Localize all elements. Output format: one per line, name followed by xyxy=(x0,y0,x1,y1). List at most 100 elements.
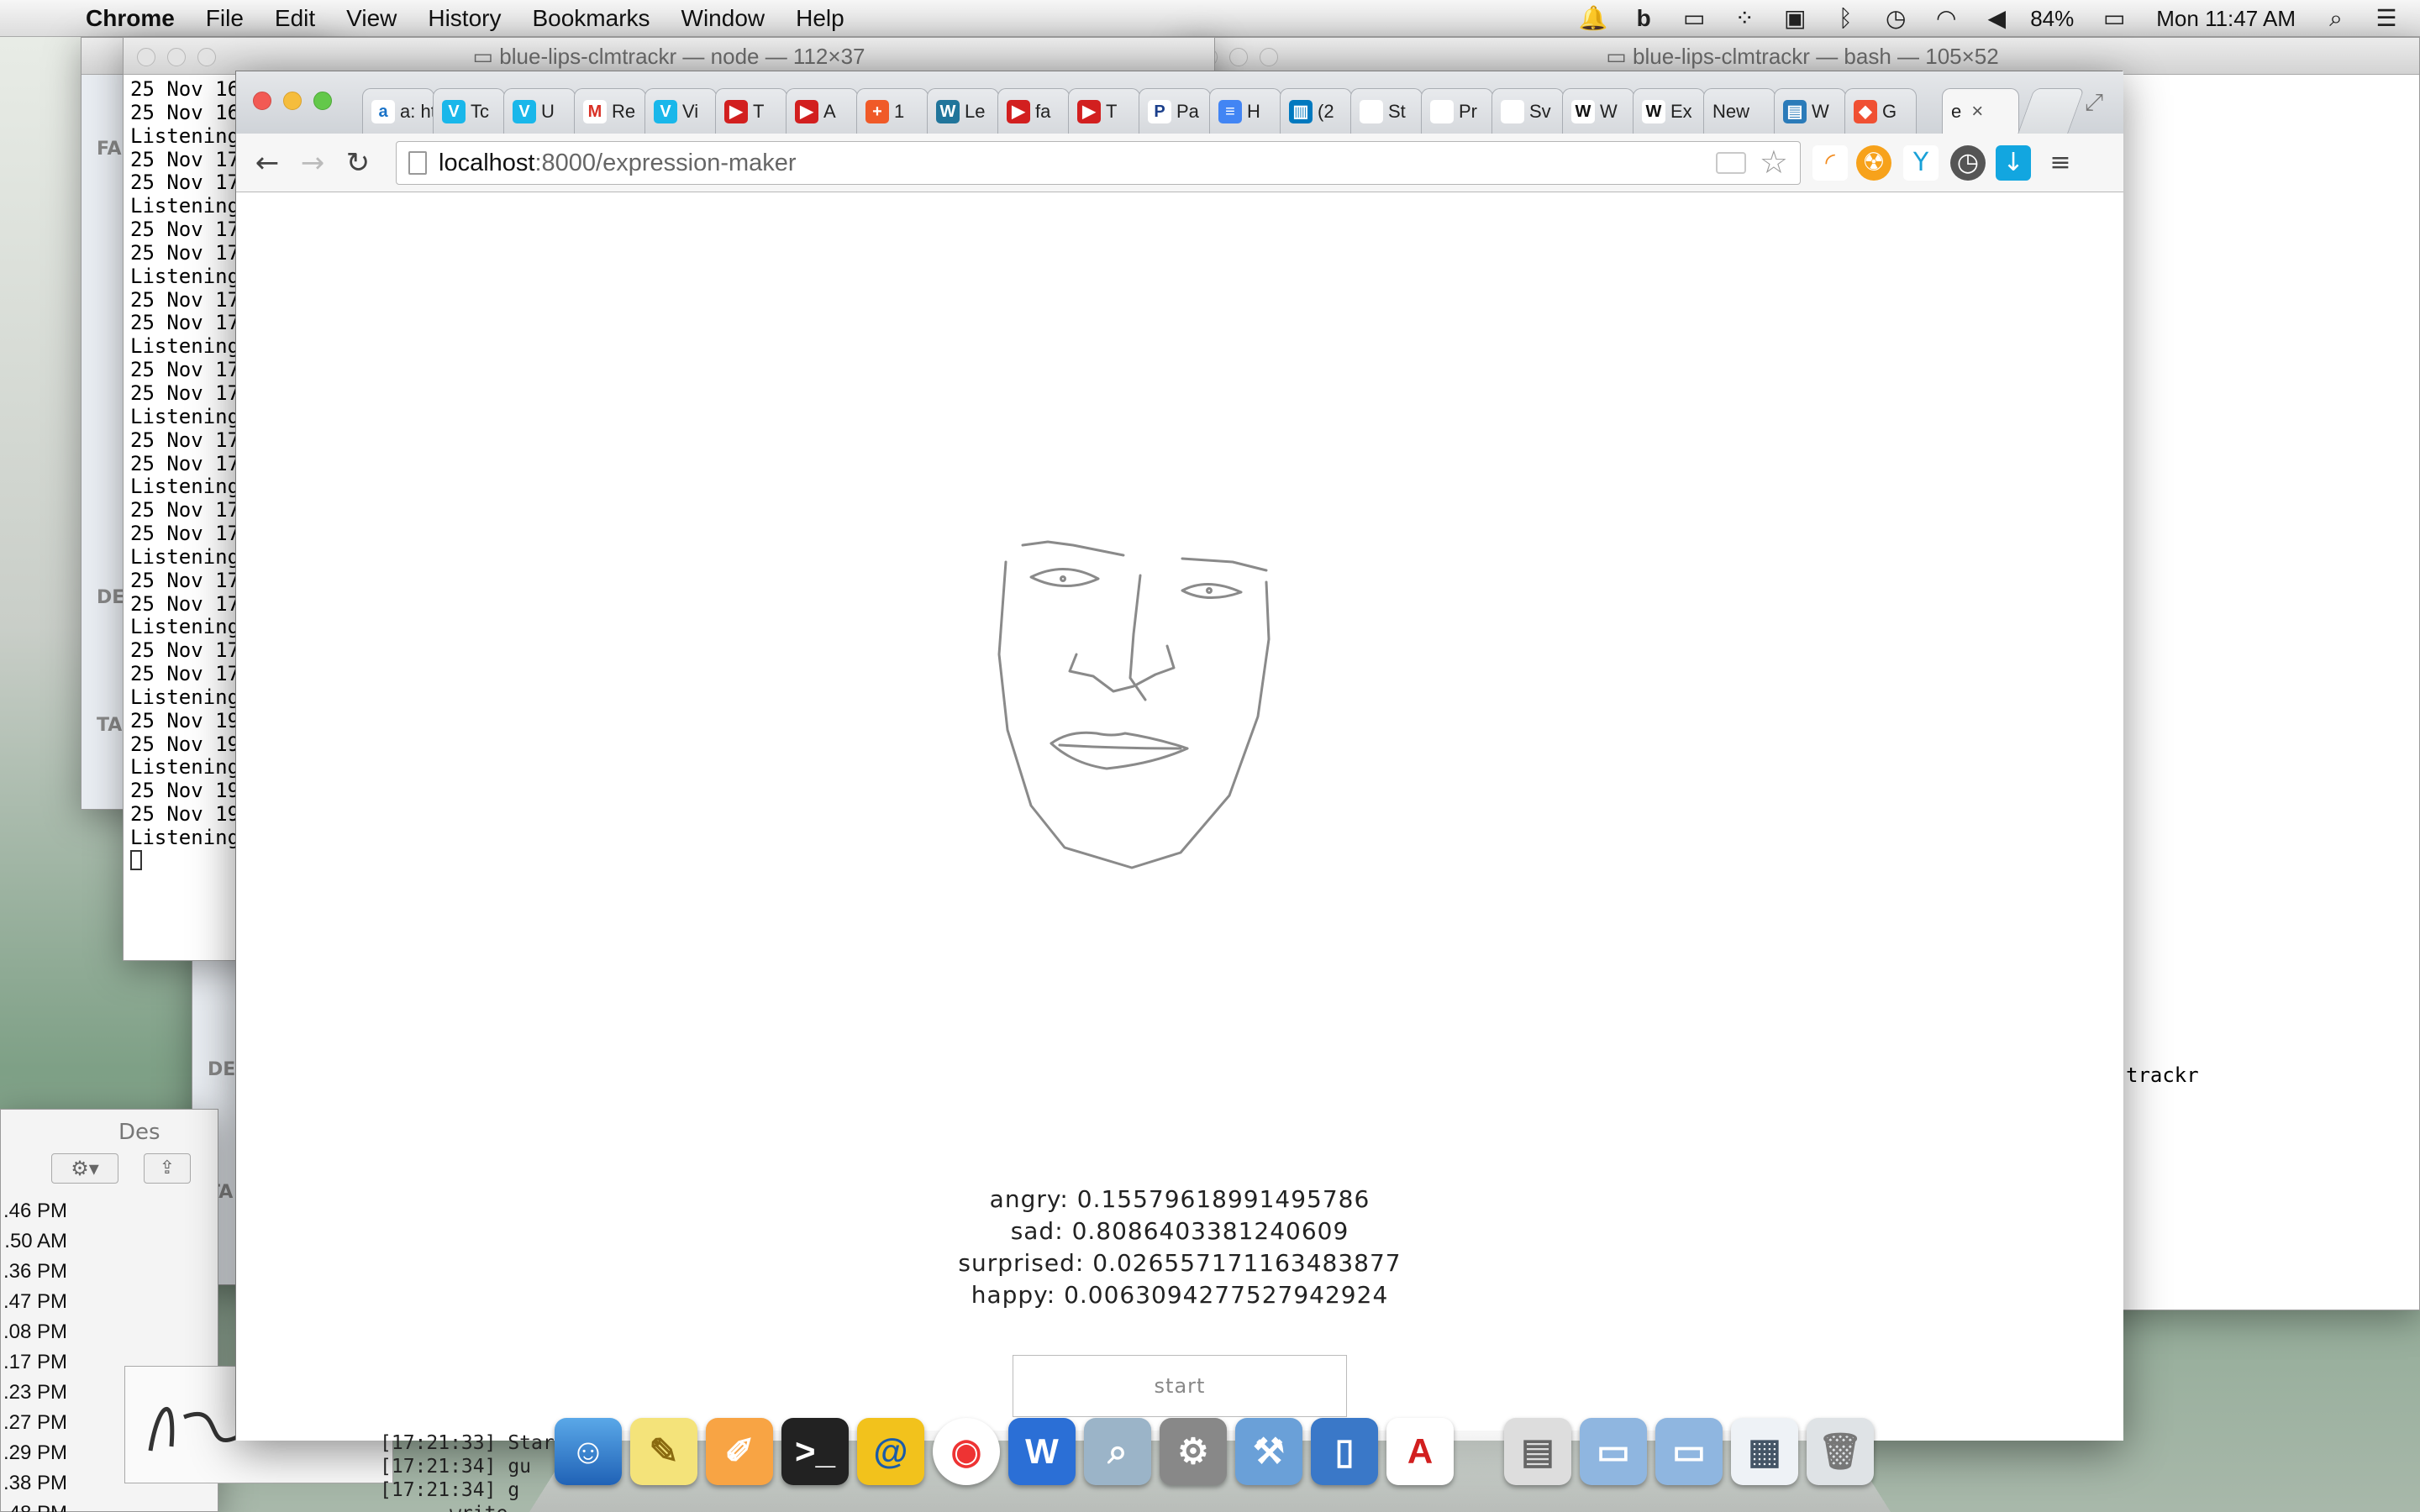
tab-20[interactable]: ▤ W xyxy=(1774,88,1846,134)
downloads-stack-icon[interactable]: ▤ xyxy=(1504,1418,1571,1485)
menu-view[interactable]: View xyxy=(346,5,397,32)
list-item[interactable]: .50 AM xyxy=(0,1226,67,1257)
folder-stack-icon-2[interactable]: ▭ xyxy=(1655,1418,1723,1485)
system-preferences-icon[interactable]: ⚙ xyxy=(1160,1418,1227,1485)
menu-app-name[interactable]: Chrome xyxy=(86,5,175,32)
b-app-icon[interactable]: b xyxy=(1627,3,1660,34)
chrome-window[interactable]: a a: ht V Tc V U M Re V Vi ▶ T ▶ A +1 W Le ▶ fa ▶ T P Pa ≡ H ▥ (2 S… xyxy=(235,71,2123,1441)
menu-hamburger-icon[interactable]: ≡ xyxy=(2043,145,2078,181)
tab-16[interactable]: Sv xyxy=(1491,88,1564,134)
tab-21[interactable]: ◆ G xyxy=(1844,88,1917,134)
close-button[interactable] xyxy=(137,48,155,66)
tab-10[interactable]: ▶ T xyxy=(1068,88,1140,134)
bookmark-star-icon[interactable]: ☆ xyxy=(1760,145,1788,181)
tab-19[interactable]: New xyxy=(1703,88,1776,134)
battery-icon[interactable]: ▭ xyxy=(2097,3,2131,34)
tab-4[interactable]: V Vi xyxy=(644,88,717,134)
acrobat-icon[interactable]: A xyxy=(1386,1418,1454,1485)
menu-help[interactable]: Help xyxy=(796,5,844,32)
notification-bell-icon[interactable]: 🔔 xyxy=(1576,3,1610,34)
start-button[interactable]: start xyxy=(1013,1355,1347,1417)
documents-stack-icon[interactable]: ▦ xyxy=(1731,1418,1798,1485)
list-item[interactable]: .48 PM xyxy=(0,1499,67,1512)
minimize-window-button[interactable] xyxy=(283,92,302,110)
tab-18[interactable]: W Ex xyxy=(1633,88,1705,134)
gear-icon[interactable]: ⚙▾ xyxy=(51,1153,118,1184)
menu-file[interactable]: File xyxy=(206,5,244,32)
back-arrow-icon[interactable]: ← xyxy=(248,144,287,182)
tab-0[interactable]: a a: ht xyxy=(362,88,434,134)
wifi-icon[interactable]: ◠ xyxy=(1929,3,1963,34)
pages-icon[interactable]: ✐ xyxy=(706,1418,773,1485)
close-window-button[interactable] xyxy=(253,92,271,110)
y-extension-icon[interactable]: Y xyxy=(1903,145,1939,181)
tab-13[interactable]: ▥ (2 xyxy=(1280,88,1352,134)
share-icon[interactable]: ⇪ xyxy=(144,1153,191,1184)
minimize-button[interactable] xyxy=(167,48,186,66)
list-item[interactable]: .38 PM xyxy=(0,1468,67,1499)
menu-history[interactable]: History xyxy=(428,5,501,32)
clock[interactable]: Mon 11:47 AM xyxy=(2156,6,2296,32)
word-icon[interactable]: W xyxy=(1008,1418,1076,1485)
list-item[interactable]: .36 PM xyxy=(0,1257,67,1287)
xcode-icon[interactable]: ⚒ xyxy=(1235,1418,1302,1485)
notification-center-icon[interactable]: ☰ xyxy=(2370,3,2403,34)
terminal-output[interactable]: 25 Nov 16 25 Nov 16 Listening 25 Nov 17 25 N… xyxy=(130,77,239,876)
new-tab-button[interactable] xyxy=(2018,88,2085,134)
airplay-icon[interactable]: ▣ xyxy=(1778,3,1812,34)
menu-bookmarks[interactable]: Bookmarks xyxy=(532,5,650,32)
bluetooth-icon[interactable]: ᛒ xyxy=(1828,3,1862,34)
tab-14[interactable]: St xyxy=(1350,88,1423,134)
minimize-button[interactable] xyxy=(1229,48,1248,66)
zoom-window-button[interactable] xyxy=(313,92,332,110)
chrome-icon[interactable]: ◉ xyxy=(933,1418,1000,1485)
camera-blocked-icon[interactable] xyxy=(1716,152,1746,174)
list-item[interactable]: .46 PM xyxy=(0,1196,67,1226)
dots-grid-icon[interactable]: ⁘ xyxy=(1728,3,1761,34)
preview-icon[interactable]: ⌕ xyxy=(1084,1418,1151,1485)
tab-17[interactable]: WW xyxy=(1562,88,1634,134)
rss-icon[interactable]: ◜ xyxy=(1812,145,1848,181)
address-bar[interactable]: localhost:8000/expression-maker ☆ xyxy=(396,141,1801,185)
list-item[interactable]: .23 PM xyxy=(0,1378,67,1408)
tab-3[interactable]: M Re xyxy=(574,88,646,134)
menu-window[interactable]: Window xyxy=(681,5,765,32)
fullscreen-icon[interactable]: ⤢ xyxy=(2081,90,2107,115)
camera-icon[interactable]: ▭ xyxy=(1677,3,1711,34)
finder-icon[interactable]: ☺ xyxy=(555,1418,622,1485)
tab-5[interactable]: ▶ T xyxy=(715,88,787,134)
tab-7[interactable]: +1 xyxy=(856,88,929,134)
close-tab-icon[interactable]: × xyxy=(1971,100,1983,123)
tab-8[interactable]: W Le xyxy=(927,88,999,134)
zoom-button[interactable] xyxy=(197,48,216,66)
spotlight-search-icon[interactable]: ⌕ xyxy=(2319,3,2353,34)
trash-icon[interactable]: 🗑 xyxy=(1807,1418,1874,1485)
battery-percent[interactable]: 84% xyxy=(2030,6,2074,32)
reload-icon[interactable]: ↻ xyxy=(339,144,377,182)
tab-11[interactable]: P Pa xyxy=(1139,88,1211,134)
volume-icon[interactable]: ◀ xyxy=(1980,3,2013,34)
tab-12[interactable]: ≡ H xyxy=(1209,88,1281,134)
tab-2[interactable]: VU xyxy=(503,88,576,134)
time-machine-icon[interactable]: ◷ xyxy=(1879,3,1912,34)
ios-simulator-icon[interactable]: ▯ xyxy=(1311,1418,1378,1485)
tab-15[interactable]: Pr xyxy=(1421,88,1493,134)
list-item[interactable]: .08 PM xyxy=(0,1317,67,1347)
radiation-extension-icon[interactable]: ☢ xyxy=(1856,145,1891,181)
fetch-icon[interactable]: @ xyxy=(857,1418,924,1485)
list-item[interactable]: .27 PM xyxy=(0,1408,67,1438)
menu-edit[interactable]: Edit xyxy=(275,5,315,32)
tab-9[interactable]: ▶ fa xyxy=(997,88,1070,134)
list-item[interactable]: .47 PM xyxy=(0,1287,67,1317)
tab-active[interactable]: e × xyxy=(1942,88,2019,134)
notes-icon[interactable]: ✎ xyxy=(630,1418,697,1485)
tab-6[interactable]: ▶ A xyxy=(786,88,858,134)
clock-extension-icon[interactable]: ◷ xyxy=(1950,145,1986,181)
forward-arrow-icon[interactable]: → xyxy=(293,144,332,182)
terminal-node-titlebar[interactable]: ▭ blue-lips-clmtrackr — node — 112×37 xyxy=(124,38,1214,75)
download-icon[interactable]: ↓ xyxy=(1996,145,2031,181)
terminal-icon[interactable]: >_ xyxy=(781,1418,849,1485)
apple-menu-icon[interactable] xyxy=(32,3,60,34)
tab-1[interactable]: V Tc xyxy=(433,88,505,134)
list-item[interactable]: .17 PM xyxy=(0,1347,67,1378)
